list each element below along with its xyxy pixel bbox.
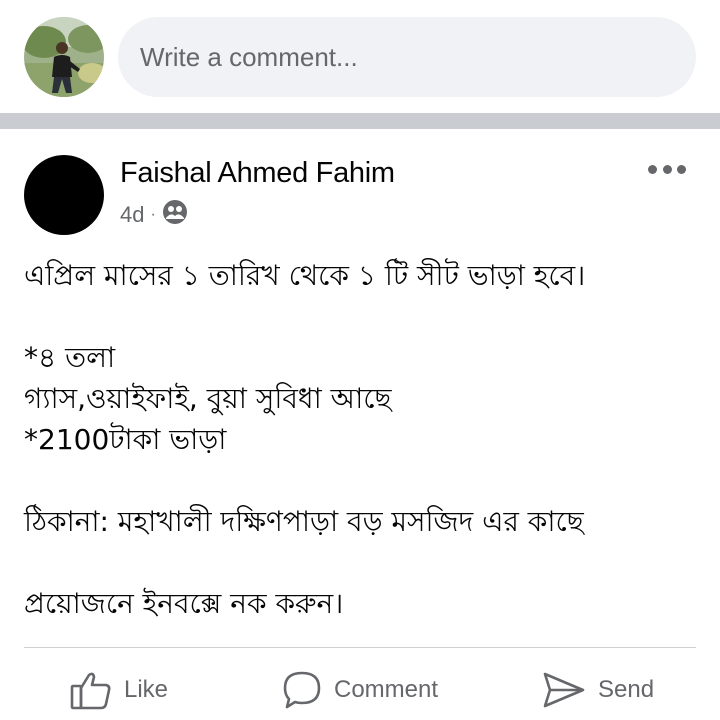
- post-line: [24, 296, 704, 337]
- post-line: [24, 460, 704, 501]
- post-meta: 4d ·: [120, 199, 188, 231]
- send-icon: [542, 670, 586, 710]
- send-button[interactable]: Send: [542, 670, 654, 710]
- post: Faishal Ahmed Fahim 4d · এপ্রিল মাসের ১ …: [0, 129, 720, 720]
- post-line: গ্যাস,ওয়াইফাই, বুয়া সুবিধা আছে: [24, 382, 392, 415]
- author-avatar[interactable]: [24, 155, 104, 235]
- more-dot: [662, 164, 672, 174]
- comment-label: Comment: [334, 676, 439, 703]
- post-line: *2100টাকা ভাড়া: [24, 423, 227, 456]
- send-label: Send: [598, 676, 655, 703]
- post-line: এপ্রিল মাসের ১ তারিখ থেকে ১ টি সীট ভাড়া…: [24, 259, 586, 292]
- comment-icon: [282, 670, 322, 710]
- post-line: প্রয়োজনে ইনবক্সে নক করুন।: [24, 587, 344, 620]
- current-user-avatar[interactable]: [24, 17, 104, 97]
- more-dot: [648, 164, 657, 174]
- meta-separator: ·: [150, 206, 156, 223]
- comment-bar: [0, 0, 720, 113]
- more-options-button[interactable]: [648, 157, 686, 181]
- post-line: ঠিকানা: মহাখালী দক্ষিণপাড়া বড় মসজিদ এর…: [24, 505, 584, 538]
- author-name[interactable]: Faishal Ahmed Fahim: [120, 157, 395, 190]
- comment-input[interactable]: [118, 17, 696, 97]
- comment-button[interactable]: Comment: [282, 670, 438, 710]
- like-label: Like: [124, 676, 169, 703]
- friends-icon[interactable]: [162, 199, 188, 231]
- like-button[interactable]: Like: [70, 670, 168, 710]
- post-line: [24, 542, 704, 583]
- action-bar: Like Comment Send: [0, 648, 720, 720]
- post-text: এপ্রিল মাসের ১ তারিখ থেকে ১ টি সীট ভাড়া…: [24, 255, 704, 624]
- post-time[interactable]: 4d: [120, 202, 144, 228]
- post-line: *৪ তলা: [24, 341, 116, 374]
- feed-separator: [0, 113, 720, 129]
- thumbs-up-icon: [70, 670, 112, 710]
- more-dot: [677, 164, 686, 174]
